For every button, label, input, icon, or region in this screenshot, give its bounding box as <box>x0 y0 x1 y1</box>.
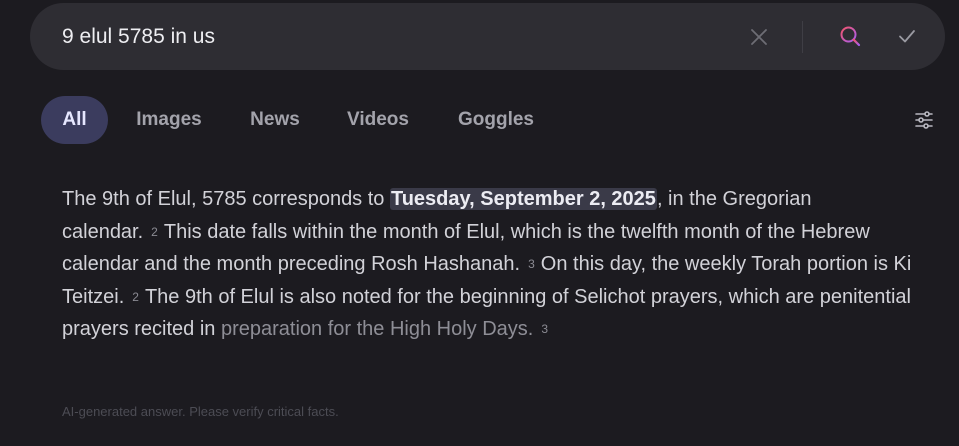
ai-disclaimer: AI-generated answer. Please verify criti… <box>62 404 339 419</box>
answer-text-1: The 9th of Elul, 5785 corresponds to <box>62 188 390 210</box>
citation-link[interactable]: 2 <box>151 225 158 239</box>
clear-search-button[interactable] <box>743 21 775 53</box>
tab-goggles[interactable]: Goggles <box>456 96 536 144</box>
ai-answer: The 9th of Elul, 5785 corresponds to Tue… <box>62 183 922 346</box>
tab-images[interactable]: Images <box>135 96 203 144</box>
search-results-page: All Images News Videos Goggles The 9th o… <box>0 0 959 446</box>
citation-link[interactable]: 3 <box>528 257 535 271</box>
search-tabs: All Images News Videos Goggles <box>41 96 536 144</box>
citation-link[interactable]: 2 <box>132 290 139 304</box>
search-bar-divider <box>802 21 803 53</box>
answer-highlight-date: Tuesday, September 2, 2025 <box>389 188 657 210</box>
tab-videos[interactable]: Videos <box>345 96 411 144</box>
sliders-icon <box>915 111 933 129</box>
search-bar <box>30 3 945 70</box>
search-input[interactable] <box>62 21 702 53</box>
search-button[interactable] <box>834 20 866 52</box>
check-icon <box>899 30 915 43</box>
citation-link[interactable]: 3 <box>541 322 548 336</box>
filters-button[interactable] <box>908 104 940 136</box>
submit-search-button[interactable] <box>891 20 923 52</box>
tab-news[interactable]: News <box>247 96 303 144</box>
close-icon <box>751 29 767 45</box>
answer-text-6: preparation for the High Holy Days. <box>220 318 534 340</box>
tab-all[interactable]: All <box>41 96 108 144</box>
search-icon <box>840 26 861 47</box>
